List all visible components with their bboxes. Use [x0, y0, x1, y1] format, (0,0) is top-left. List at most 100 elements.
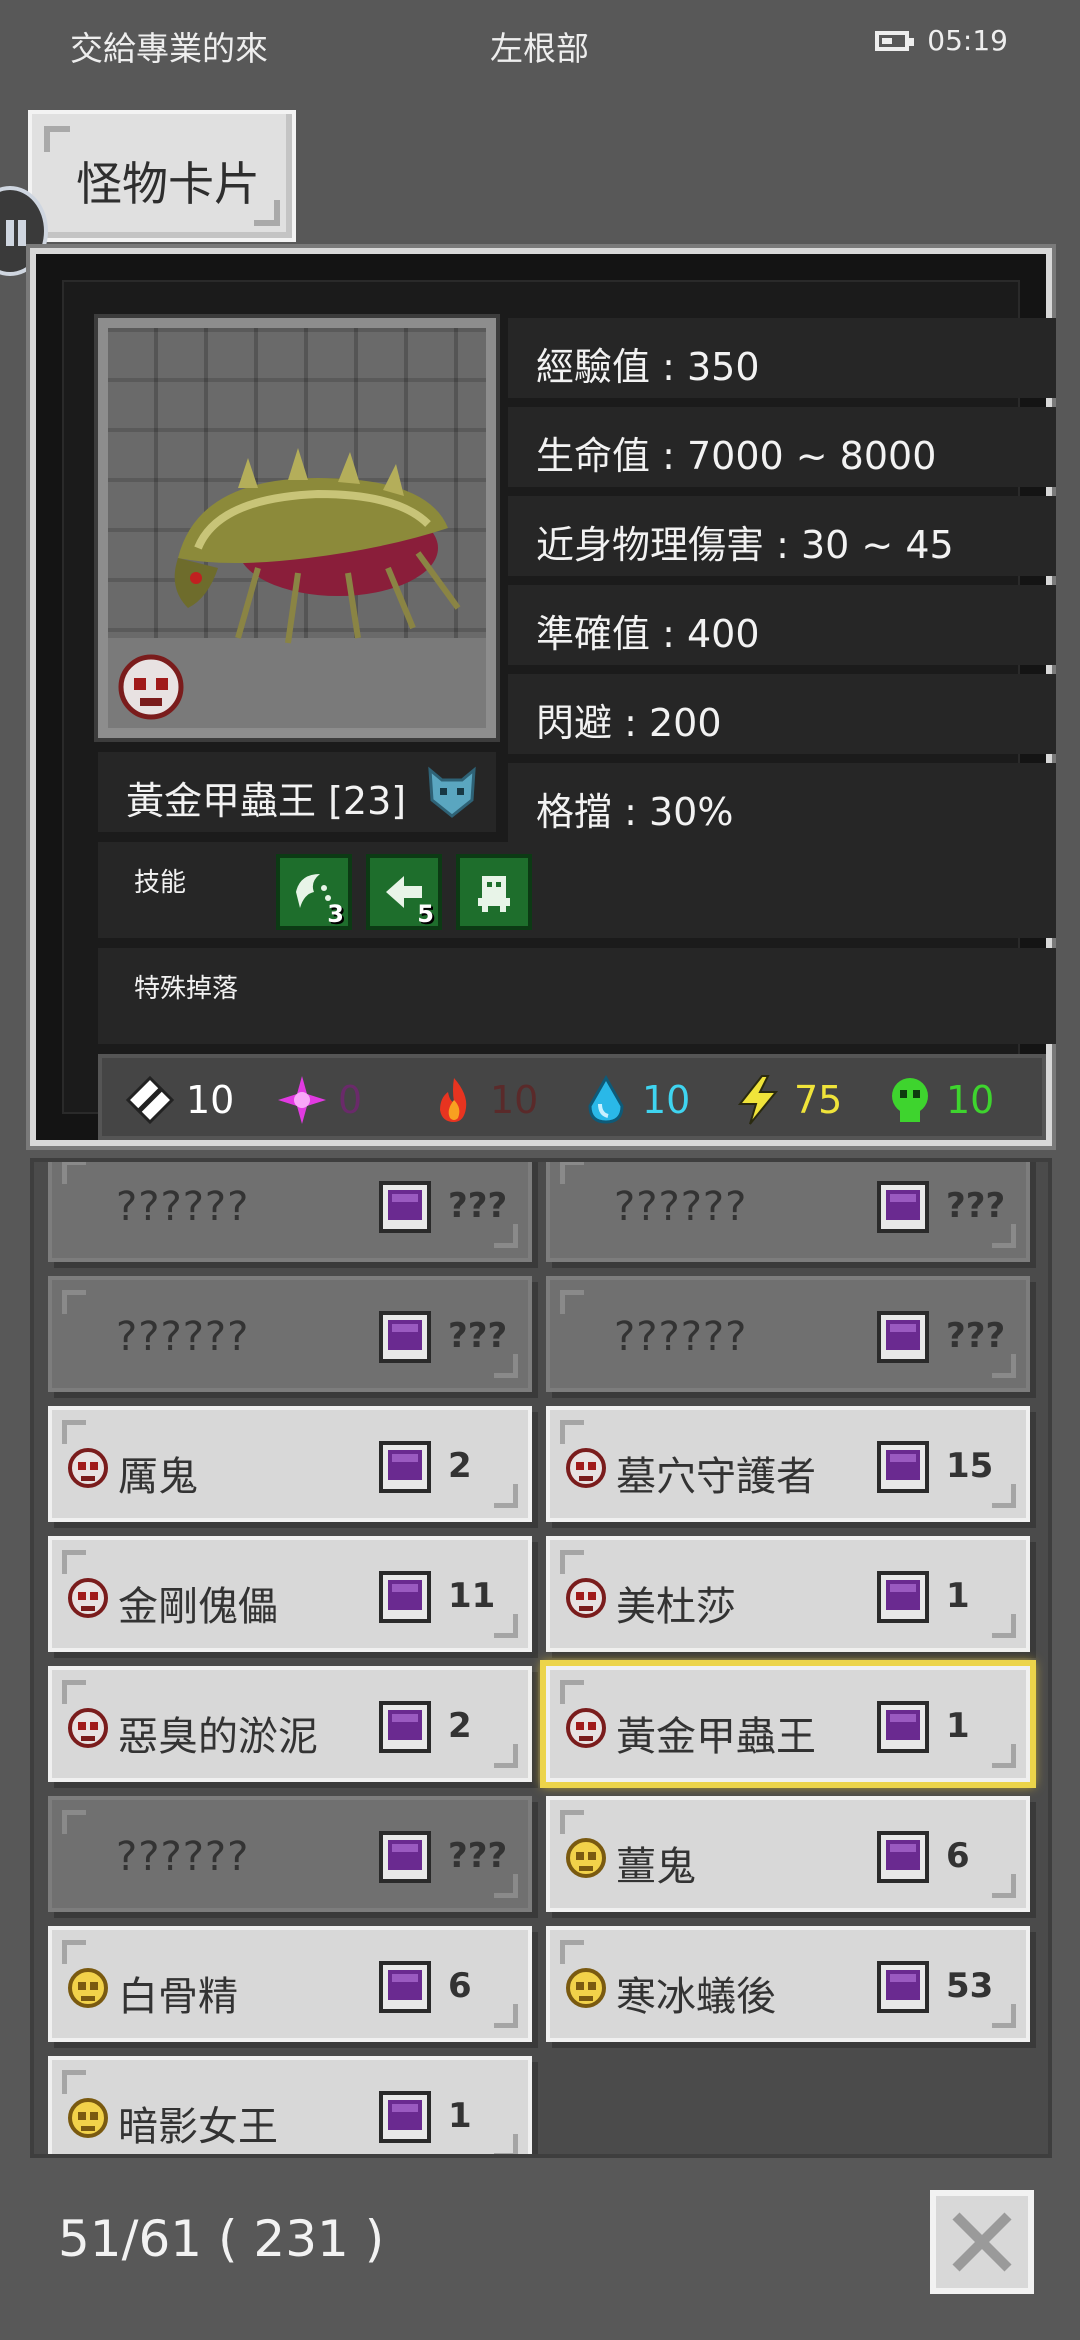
monster-list-name: 美杜莎 — [616, 1584, 736, 1630]
monster-list-item[interactable]: 薑鬼 6 — [546, 1796, 1030, 1912]
card-count: ??? — [946, 1186, 1006, 1226]
monster-portrait — [94, 314, 500, 742]
skill-level: 5 — [417, 900, 434, 928]
monster-list-name: 寒冰蟻後 — [616, 1974, 776, 2020]
card-book-icon — [378, 1310, 432, 1364]
card-book-icon — [378, 1700, 432, 1754]
monster-list-name: 厲鬼 — [118, 1454, 198, 1500]
title-tab: 怪物卡片 — [28, 110, 296, 242]
boss-skull-icon — [564, 1446, 608, 1490]
fire-resist: 10 — [428, 1072, 538, 1128]
monster-list-name: ?????? — [116, 1314, 250, 1360]
monster-list-name: 暗影女王 — [118, 2104, 278, 2150]
monster-list-item[interactable]: ????????? — [48, 1162, 532, 1262]
close-button[interactable] — [930, 2190, 1034, 2294]
card-count: 6 — [946, 1836, 970, 1876]
stat-hp: 生命值 : 7000 ~ 8000 — [508, 407, 1056, 487]
card-count: ??? — [946, 1316, 1006, 1356]
poison-icon — [892, 1078, 928, 1122]
stat-exp: 經驗值 : 350 — [508, 318, 1056, 398]
card-book-icon — [378, 1180, 432, 1234]
arcane-resist: 0 — [276, 1072, 362, 1128]
monster-name: 黃金甲蟲王 [23] — [126, 779, 407, 823]
wind-slash-icon[interactable]: 3 — [276, 854, 352, 930]
monster-list-name: ?????? — [116, 1184, 250, 1230]
elite-skull-icon — [66, 1966, 110, 2010]
monster-list-item[interactable]: ????????? — [546, 1162, 1030, 1262]
card-book-icon — [378, 1960, 432, 2014]
card-book-icon — [876, 1700, 930, 1754]
status-right: 05:19 — [875, 24, 1008, 57]
monster-list-name: 惡臭的淤泥 — [118, 1714, 318, 1760]
card-count: 1 — [448, 2096, 472, 2136]
monster-list-item[interactable]: 美杜莎 1 — [546, 1536, 1030, 1652]
beast-type-icon — [428, 766, 476, 818]
monster-list-name: ?????? — [614, 1314, 748, 1360]
battery-icon — [875, 30, 915, 51]
status-center-text: 左根部 — [490, 29, 589, 68]
stat-accuracy: 準確值 : 400 — [508, 585, 1056, 665]
card-count: 11 — [448, 1576, 496, 1616]
monster-list-name: 白骨精 — [118, 1974, 238, 2020]
monster-list-item[interactable]: ????????? — [48, 1796, 532, 1912]
card-book-icon — [876, 1570, 930, 1624]
fire-icon — [440, 1078, 467, 1122]
monster-list-item[interactable]: 金剛傀儡 11 — [48, 1536, 532, 1652]
monster-list-item[interactable]: 墓穴守護者 15 — [546, 1406, 1030, 1522]
monster-stats: 經驗值 : 350 生命值 : 7000 ~ 8000 近身物理傷害 : 30 … — [508, 318, 1056, 852]
card-book-icon — [378, 2090, 432, 2144]
card-count: ??? — [448, 1836, 508, 1876]
card-count: 2 — [448, 1706, 472, 1746]
card-book-icon — [378, 1570, 432, 1624]
water-icon — [588, 1074, 624, 1124]
elite-skull-icon — [564, 1836, 608, 1880]
card-book-icon — [876, 1960, 930, 2014]
special-drops-label: 特殊掉落 — [134, 974, 239, 1004]
monster-list-name: ?????? — [614, 1184, 748, 1230]
monster-name-row: 黃金甲蟲王 [23] — [98, 752, 496, 832]
card-count: 2 — [448, 1446, 472, 1486]
monster-list-item[interactable]: 黃金甲蟲王 1 — [540, 1660, 1036, 1788]
physical-icon — [125, 1075, 175, 1125]
stat-block: 格擋 : 30% — [508, 763, 1056, 843]
close-icon — [952, 2212, 1012, 2272]
card-book-icon — [876, 1180, 930, 1234]
monster-list-name: 薑鬼 — [616, 1844, 696, 1890]
monster-list-item[interactable]: 暗影女王 1 — [48, 2056, 532, 2154]
clock: 05:19 — [927, 24, 1008, 57]
lightning-resist: 75 — [732, 1072, 842, 1128]
monster-list-item[interactable]: 白骨精 6 — [48, 1926, 532, 2042]
card-count: ??? — [448, 1316, 508, 1356]
monster-list-item[interactable]: ????????? — [546, 1276, 1030, 1392]
card-count: 15 — [946, 1446, 994, 1486]
card-book-icon — [876, 1310, 930, 1364]
monster-list-item[interactable]: 寒冰蟻後 53 — [546, 1926, 1030, 2042]
monster-list-name: 墓穴守護者 — [616, 1454, 816, 1500]
boss-skull-icon — [66, 1446, 110, 1490]
boss-skull-icon — [118, 654, 184, 720]
boss-skull-icon — [564, 1576, 608, 1620]
status-bar: 交給專業的來 左根部 05:19 — [0, 0, 1080, 90]
card-book-icon — [876, 1440, 930, 1494]
card-book-icon — [378, 1830, 432, 1884]
elite-skull-icon — [66, 2096, 110, 2140]
card-count: 1 — [946, 1576, 970, 1616]
boss-skull-icon — [564, 1706, 608, 1750]
stat-evasion: 閃避 : 200 — [508, 674, 1056, 754]
collection-progress: 51/61 ( 231 ) — [58, 2210, 385, 2268]
arrow-burst-icon[interactable]: 5 — [366, 854, 442, 930]
card-count: 53 — [946, 1966, 994, 2006]
monster-summon-icon[interactable] — [456, 854, 532, 930]
monster-list-item[interactable]: ????????? — [48, 1276, 532, 1392]
arcane-icon — [278, 1076, 326, 1124]
elite-skull-icon — [564, 1966, 608, 2010]
card-count: 6 — [448, 1966, 472, 2006]
physical-resist: 10 — [124, 1072, 234, 1128]
monster-list-item[interactable]: 惡臭的淤泥 2 — [48, 1666, 532, 1782]
lightning-icon — [737, 1075, 779, 1125]
golden-beetle-image — [174, 448, 461, 644]
card-book-icon — [378, 1440, 432, 1494]
monster-list-item[interactable]: 厲鬼 2 — [48, 1406, 532, 1522]
monster-card-panel: 黃金甲蟲王 [23] 經驗值 : 350 生命值 : 7000 ~ 8000 近… — [26, 244, 1056, 1150]
poison-resist: 10 — [884, 1072, 994, 1128]
